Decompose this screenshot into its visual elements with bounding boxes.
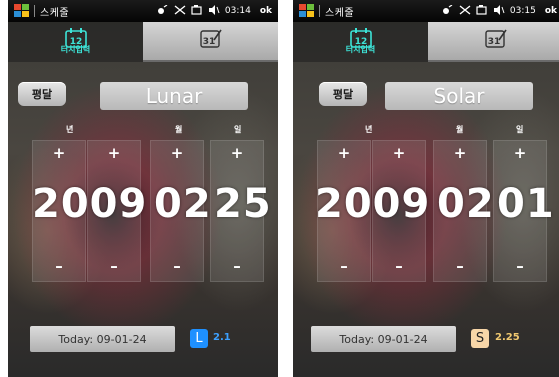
tab-touch-input-label: 터치입력 [60, 45, 91, 54]
month-label: 월 [456, 125, 464, 134]
lunar-badge: L [190, 329, 208, 348]
year-label: 년 [66, 125, 74, 134]
tab-bar: 12 31 [8, 22, 278, 62]
solar-badge-value: 2.25 [495, 332, 520, 343]
calendar-type-selector[interactable]: Lunar [100, 82, 248, 110]
app-title: 스케줄 [40, 7, 70, 19]
today-button[interactable]: Today: 09-01-24 [311, 326, 456, 352]
phone-screen-solar: 스케줄 03:15 ok 12 31 터치입력 평달 Solar 년 월 일 +… [293, 0, 559, 377]
svg-text:31: 31 [487, 37, 500, 47]
tab-bar: 12 31 [293, 22, 559, 62]
battery-icon[interactable] [476, 4, 488, 18]
day-increment-button[interactable]: + [494, 144, 546, 162]
day-increment-button[interactable]: + [211, 144, 263, 162]
tab-touch-input[interactable]: 12 [293, 22, 428, 62]
today-button[interactable]: Today: 09-01-24 [30, 326, 175, 352]
svg-text:31: 31 [202, 37, 215, 47]
year-decrement-button-2[interactable]: – [373, 257, 425, 275]
leap-month-button[interactable]: 평달 [319, 82, 367, 106]
volume-icon[interactable] [493, 4, 505, 18]
year-decrement-button-2[interactable]: – [88, 257, 140, 275]
phone-screen-lunar: 스케줄 03:14 ok 12 31 터치입력 평달 Lunar 년 월 일 +… [8, 0, 278, 377]
connectivity-icon[interactable] [157, 4, 169, 18]
calendar-type-selector[interactable]: Solar [385, 82, 533, 110]
calendar-edit-icon: 31 [484, 29, 507, 48]
status-separator [34, 5, 35, 17]
windows-start-icon[interactable] [14, 4, 30, 18]
month-increment-button[interactable]: + [434, 144, 486, 162]
day-decrement-button[interactable]: – [494, 257, 546, 275]
month-value: 02 [437, 181, 495, 227]
status-bar: 스케줄 03:14 ok [8, 0, 278, 22]
month-decrement-button[interactable]: – [434, 257, 486, 275]
signal-off-icon[interactable] [174, 4, 186, 18]
calendar-edit-icon: 31 [199, 29, 222, 48]
clock[interactable]: 03:14 [225, 6, 251, 16]
volume-icon[interactable] [208, 4, 220, 18]
day-label: 일 [516, 125, 524, 134]
leap-month-button[interactable]: 평달 [18, 82, 66, 106]
year-value: 2009 [315, 181, 431, 227]
tab-todo[interactable]: 31 [428, 22, 559, 62]
app-title: 스케줄 [325, 7, 355, 19]
month-decrement-button[interactable]: – [151, 257, 203, 275]
year-decrement-button[interactable]: – [318, 257, 370, 275]
day-value: 25 [214, 181, 272, 227]
tab-todo[interactable]: 31 [143, 22, 278, 62]
year-decrement-button[interactable]: – [33, 257, 85, 275]
connectivity-icon[interactable] [442, 4, 454, 18]
solar-badge: S [471, 329, 489, 348]
year-increment-button[interactable]: + [33, 144, 85, 162]
day-label: 일 [234, 125, 242, 134]
month-value: 02 [154, 181, 212, 227]
ok-button[interactable]: ok [545, 6, 557, 16]
status-bar: 스케줄 03:15 ok [293, 0, 559, 22]
month-increment-button[interactable]: + [151, 144, 203, 162]
status-separator [319, 5, 320, 17]
year-value: 2009 [32, 181, 148, 227]
year-increment-button-2[interactable]: + [88, 144, 140, 162]
ok-button[interactable]: ok [260, 6, 272, 16]
month-label: 월 [175, 125, 183, 134]
year-increment-button[interactable]: + [318, 144, 370, 162]
year-label: 년 [365, 125, 373, 134]
signal-off-icon[interactable] [459, 4, 471, 18]
year-increment-button-2[interactable]: + [373, 144, 425, 162]
clock[interactable]: 03:15 [510, 6, 536, 16]
day-value: 01 [497, 181, 555, 227]
tab-touch-input-label: 터치입력 [345, 45, 376, 54]
tab-touch-input[interactable]: 12 [8, 22, 143, 62]
windows-start-icon[interactable] [299, 4, 315, 18]
lunar-badge-value: 2.1 [213, 332, 231, 343]
day-decrement-button[interactable]: – [211, 257, 263, 275]
battery-icon[interactable] [191, 4, 203, 18]
